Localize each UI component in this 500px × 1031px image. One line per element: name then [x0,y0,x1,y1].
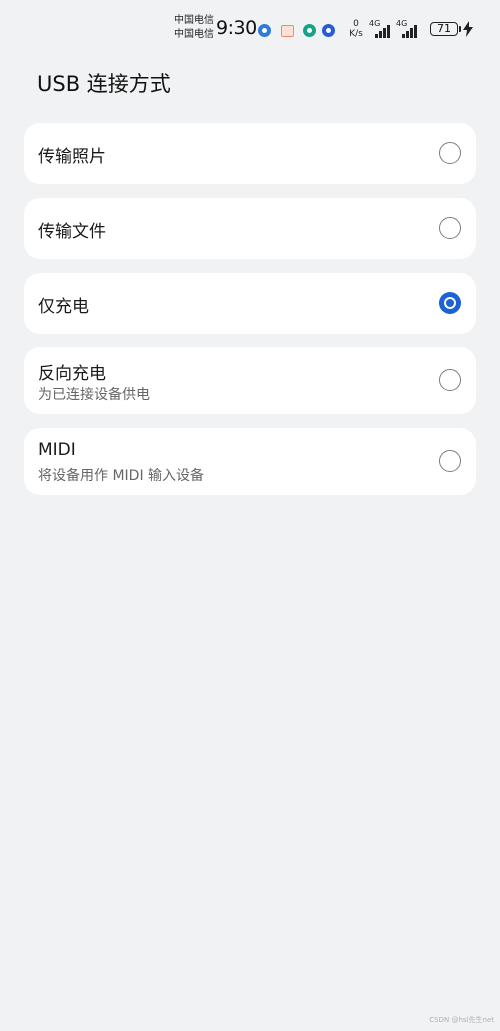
mail-notification-icon [281,25,294,37]
carrier-1: 中国电信 [174,15,214,26]
network-speed: 0 K/s [346,19,366,39]
radio-button-selected[interactable] [439,292,461,314]
page-title: USB 连接方式 [37,72,171,96]
carrier-2: 中国电信 [174,29,214,40]
option-reverse-charging[interactable]: 反向充电 为已连接设备供电 [24,347,476,414]
charging-bolt-icon [463,21,473,37]
network-speed-unit: K/s [349,29,363,39]
signal-strength-icon: 4G [369,20,393,40]
carrier-names: 中国电信 中国电信 [174,14,214,42]
radio-button[interactable] [439,142,461,164]
battery-icon: 71 [430,22,458,36]
radio-button[interactable] [439,217,461,239]
battery-tip [459,26,461,32]
status-bar: 中国电信 中国电信 9:30 0 K/s 4G 4G 71 [0,12,500,46]
option-subtitle: 将设备用作 MIDI 输入设备 [38,468,205,484]
option-midi[interactable]: MIDI 将设备用作 MIDI 输入设备 [24,428,476,495]
option-transfer-photos[interactable]: 传输照片 [24,123,476,184]
option-charge-only[interactable]: 仅充电 [24,273,476,334]
battery-level: 71 [437,22,451,35]
signal-strength-icon-2: 4G [396,20,420,40]
app-notification-icon [258,24,271,37]
network-speed-value: 0 [353,19,359,29]
option-transfer-files[interactable]: 传输文件 [24,198,476,259]
option-label: MIDI [38,440,76,460]
option-subtitle: 为已连接设备供电 [38,387,150,403]
option-label: 仅充电 [38,297,89,317]
clock: 9:30 [216,17,257,39]
radio-button[interactable] [439,450,461,472]
option-label: 反向充电 [38,364,106,384]
watermark: CSDN @hsl先生net [429,1016,494,1024]
security-notification-icon [303,24,316,37]
option-label: 传输文件 [38,222,106,242]
option-label: 传输照片 [38,147,106,167]
radio-button[interactable] [439,369,461,391]
download-notification-icon [322,24,335,37]
